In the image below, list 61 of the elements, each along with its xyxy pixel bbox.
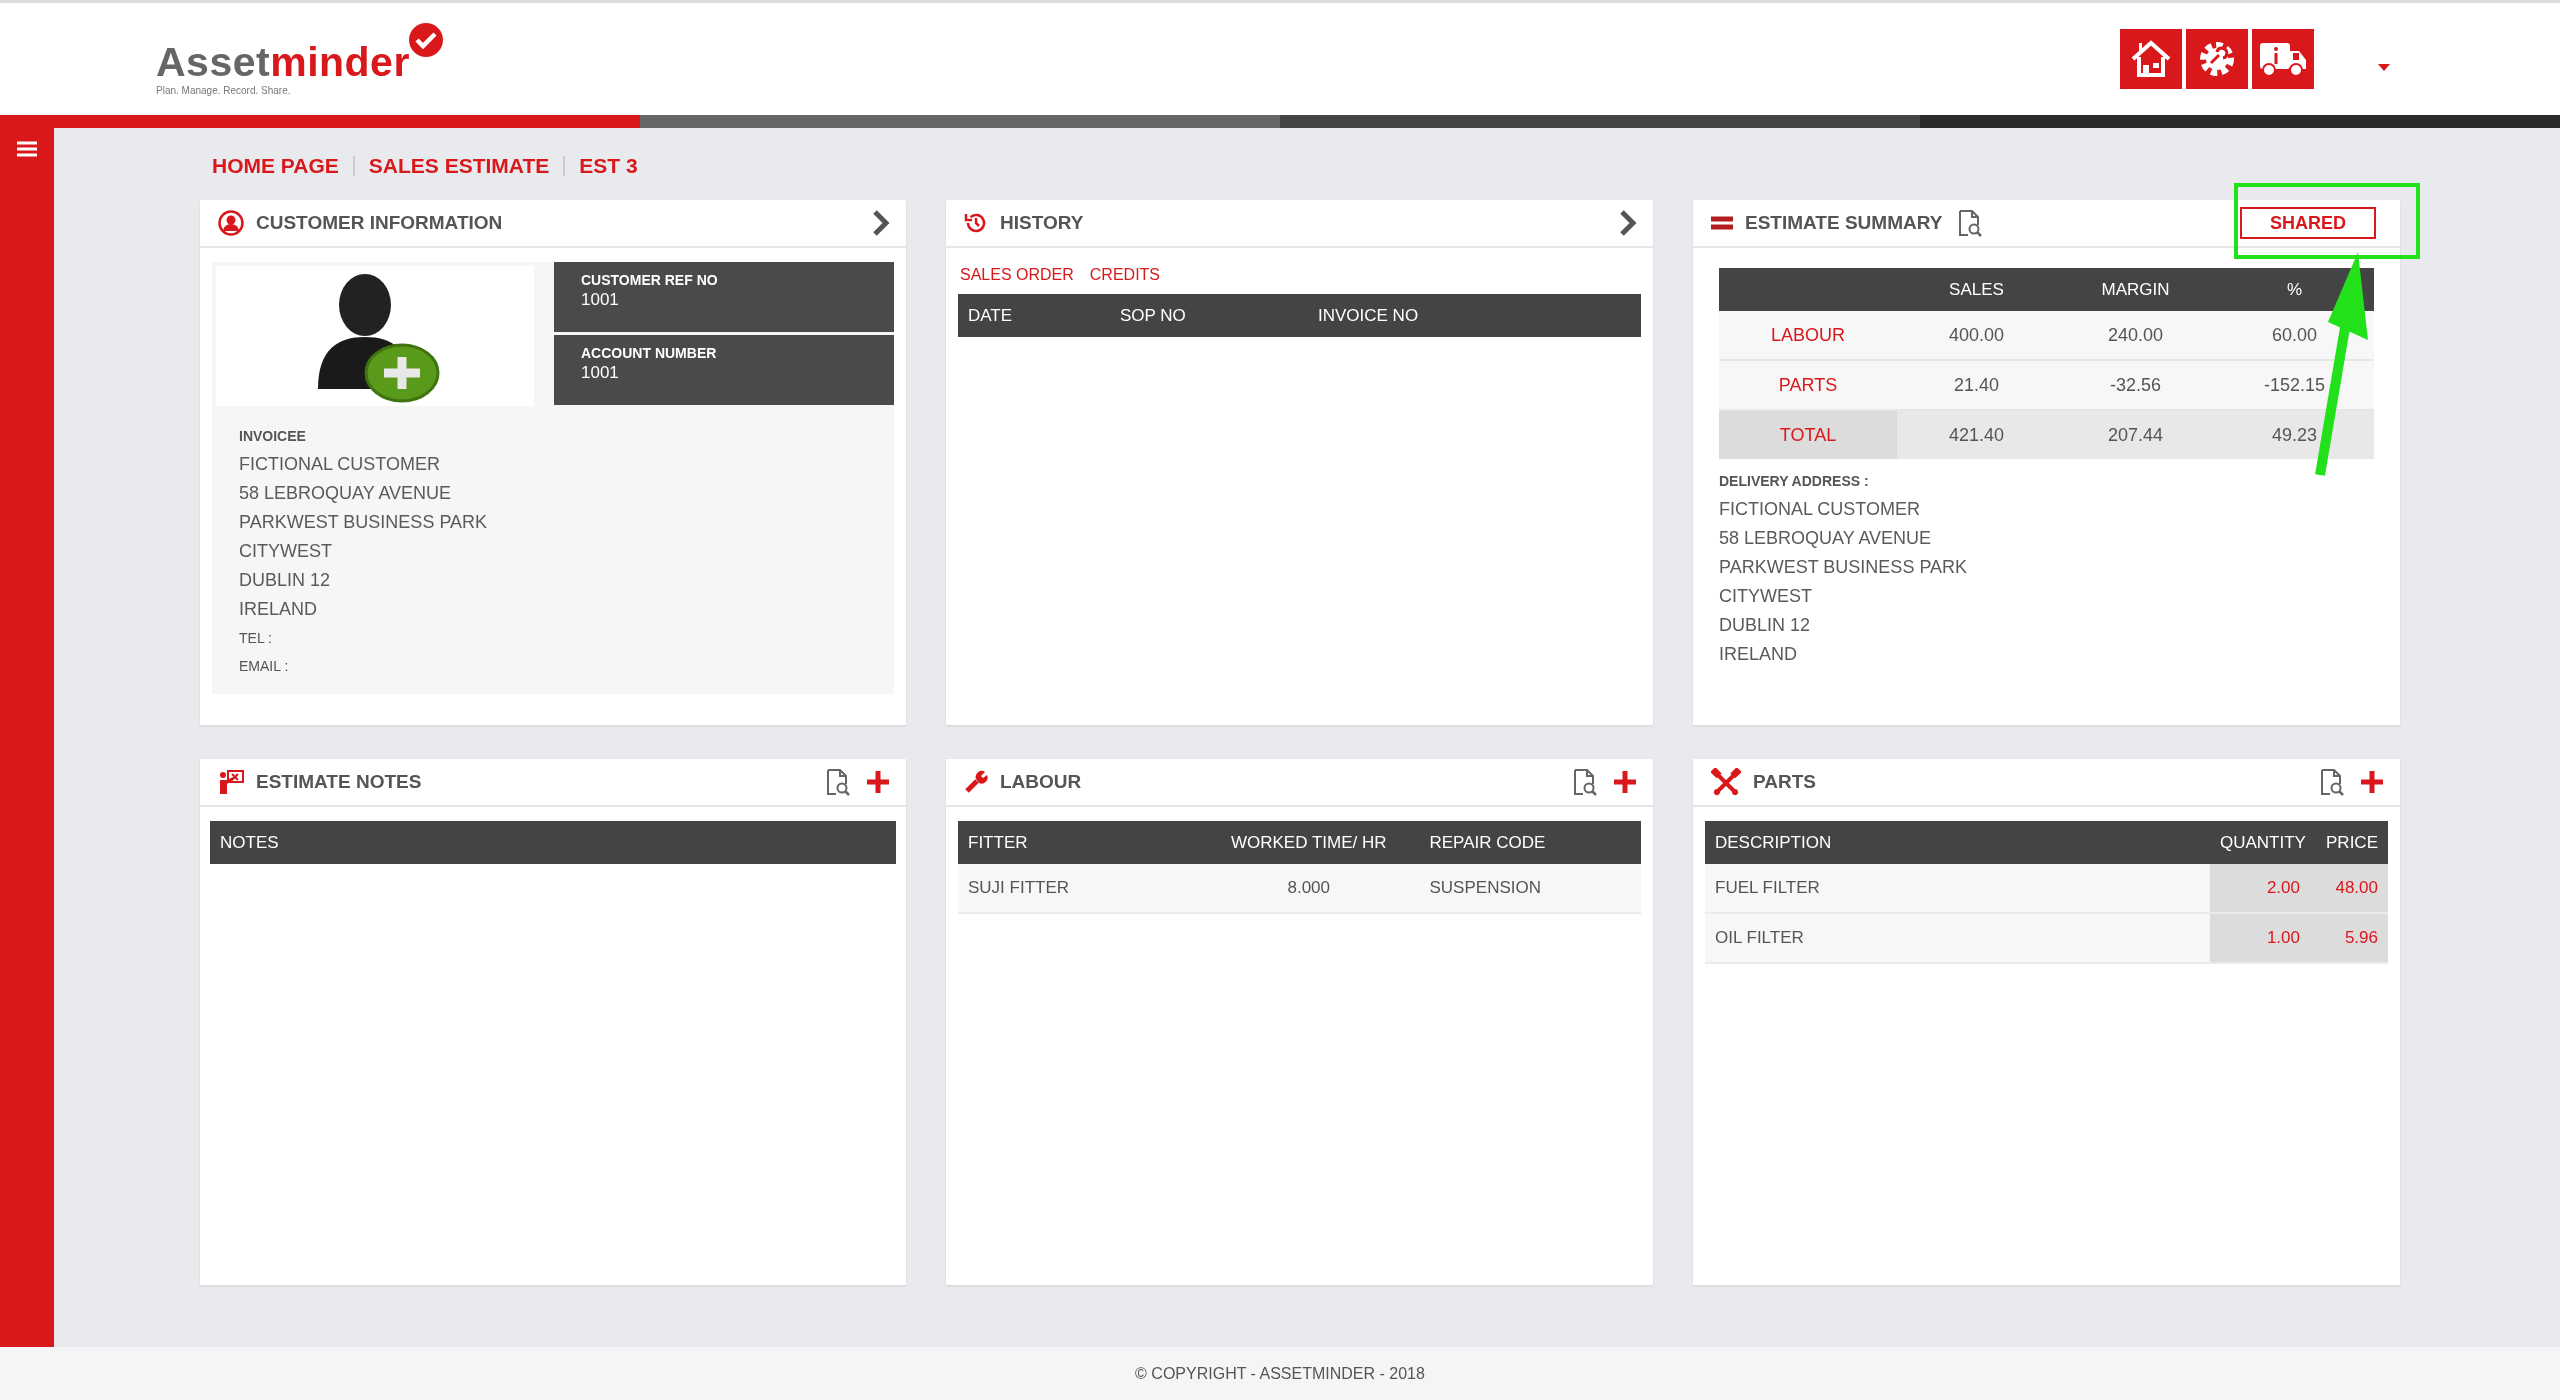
history-icon (964, 211, 988, 235)
table-row: FUEL FILTER 2.00 48.00 (1705, 864, 2388, 914)
breadcrumb-link[interactable]: HOME PAGE (212, 154, 339, 178)
chevron-right-icon[interactable] (872, 210, 890, 236)
panel-title: CUSTOMER INFORMATION (256, 212, 503, 234)
address-line: 58 LEBROQUAY AVENUE (239, 482, 453, 505)
table-header: DESCRIPTION QUANTITY PRICE (1705, 821, 2388, 864)
address-line: DUBLIN 12 (1719, 614, 1812, 637)
add-icon[interactable] (866, 770, 890, 794)
address-line: PARKWEST BUSINESS PARK (239, 511, 489, 534)
person-icon (218, 210, 244, 236)
invoicee-label: INVOICEE (239, 428, 307, 444)
address-line: PARKWEST BUSINESS PARK (1719, 556, 1969, 579)
history-link[interactable]: CREDITS (1089, 266, 1161, 284)
contact-label: EMAIL : (239, 657, 290, 676)
history-link[interactable]: SALES ORDER (960, 266, 1074, 284)
logo[interactable]: Assetminder Plan. Manage. Record. Share. (156, 22, 444, 96)
summary-row: TOTAL 421.40 207.44 49.23 (1719, 411, 2374, 459)
panel-title: PARTS (1753, 771, 1816, 793)
table-header: NOTES (210, 821, 896, 864)
address-line: IRELAND (1719, 643, 1799, 666)
delivery-address-label: DELIVERY ADDRESS : (1719, 473, 1870, 489)
address-line: FICTIONAL CUSTOMER (239, 453, 441, 476)
wrench-icon (964, 770, 988, 794)
list-icon (1711, 216, 1733, 230)
truck-info-button[interactable] (2252, 29, 2314, 89)
table-header: DATE SOP NO INVOICE NO (958, 294, 1641, 337)
contact-label: TEL : (239, 629, 273, 648)
chevron-right-icon[interactable] (1619, 210, 1637, 236)
breadcrumb-link[interactable]: SALES ESTIMATE (368, 154, 550, 178)
address-line: FICTIONAL CUSTOMER (1719, 498, 1921, 521)
caret-icon[interactable] (2378, 63, 2390, 71)
table-row: OIL FILTER 1.00 5.96 (1705, 914, 2388, 964)
address-line: 58 LEBROQUAY AVENUE (1719, 527, 1933, 550)
field-label: CUSTOMER REF NO (581, 272, 719, 288)
panel-title: LABOUR (1000, 771, 1082, 793)
summary-row: PARTS 21.40 -32.56 -152.15 (1719, 361, 2374, 411)
settings-button[interactable] (2186, 29, 2248, 89)
copyright-text: © COPYRIGHT - ASSETMINDER - 2018 (1135, 1364, 1425, 1383)
panel-title: ESTIMATE NOTES (256, 771, 422, 793)
summary-row: LABOUR 400.00 240.00 60.00 (1719, 311, 2374, 361)
address-line: DUBLIN 12 (239, 569, 332, 592)
status-badge: SHARED (2240, 207, 2376, 239)
table-header: SALES MARGIN % (1719, 268, 2374, 311)
gear-wrench-icon (2197, 39, 2237, 79)
address-line: CITYWEST (239, 540, 333, 563)
menu-button[interactable] (17, 140, 37, 160)
home-button[interactable] (2120, 29, 2182, 89)
panel-title: ESTIMATE SUMMARY (1745, 212, 1943, 234)
field-label: ACCOUNT NUMBER (581, 345, 718, 361)
panel-title: HISTORY (1000, 212, 1084, 234)
table-row: SUJI FITTER 8.000 SUSPENSION (958, 864, 1641, 914)
add-icon[interactable] (2360, 770, 2384, 794)
add-icon[interactable] (1613, 770, 1637, 794)
address-line: IRELAND (239, 598, 319, 621)
address-line: CITYWEST (1719, 585, 1813, 608)
field-value: 1001 (581, 363, 620, 383)
breadcrumb-link[interactable]: EST 3 (579, 154, 638, 178)
presentation-icon (218, 769, 244, 795)
field-value: 1001 (581, 290, 620, 310)
table-header: FITTER WORKED TIME/ HR REPAIR CODE (958, 821, 1641, 864)
